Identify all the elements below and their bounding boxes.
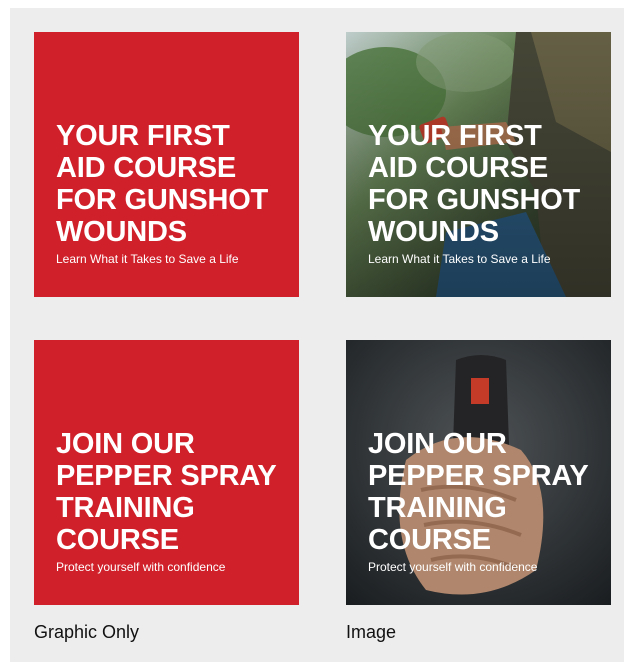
pepper-spray-headline: JOIN OUR PEPPER SPRAY TRAINING COURSE [56, 428, 277, 556]
first-aid-image-headline: YOUR FIRST AID COURSE FOR GUNSHOT WOUNDS [368, 120, 581, 248]
first-aid-subtitle: Learn What it Takes to Save a Life [56, 252, 239, 266]
pepper-spray-image-headline: JOIN OUR PEPPER SPRAY TRAINING COURSE [368, 428, 589, 556]
first-aid-graphic-tile[interactable]: YOUR FIRST AID COURSE FOR GUNSHOT WOUNDS… [34, 32, 299, 297]
pepper-spray-graphic-tile[interactable]: JOIN OUR PEPPER SPRAY TRAINING COURSE Pr… [34, 340, 299, 605]
pepper-spray-image-subtitle: Protect yourself with confidence [368, 560, 538, 574]
first-aid-image-tile[interactable]: YOUR FIRST AID COURSE FOR GUNSHOT WOUNDS… [346, 32, 611, 297]
ad-variants-panel: YOUR FIRST AID COURSE FOR GUNSHOT WOUNDS… [10, 8, 624, 662]
first-aid-image-subtitle: Learn What it Takes to Save a Life [368, 252, 551, 266]
image-caption: Image [346, 622, 397, 642]
first-aid-headline: YOUR FIRST AID COURSE FOR GUNSHOT WOUNDS [56, 120, 269, 248]
pepper-spray-image-tile[interactable]: JOIN OUR PEPPER SPRAY TRAINING COURSE Pr… [346, 340, 611, 605]
graphic-only-caption: Graphic Only [34, 622, 140, 642]
pepper-spray-subtitle: Protect yourself with confidence [56, 560, 226, 574]
